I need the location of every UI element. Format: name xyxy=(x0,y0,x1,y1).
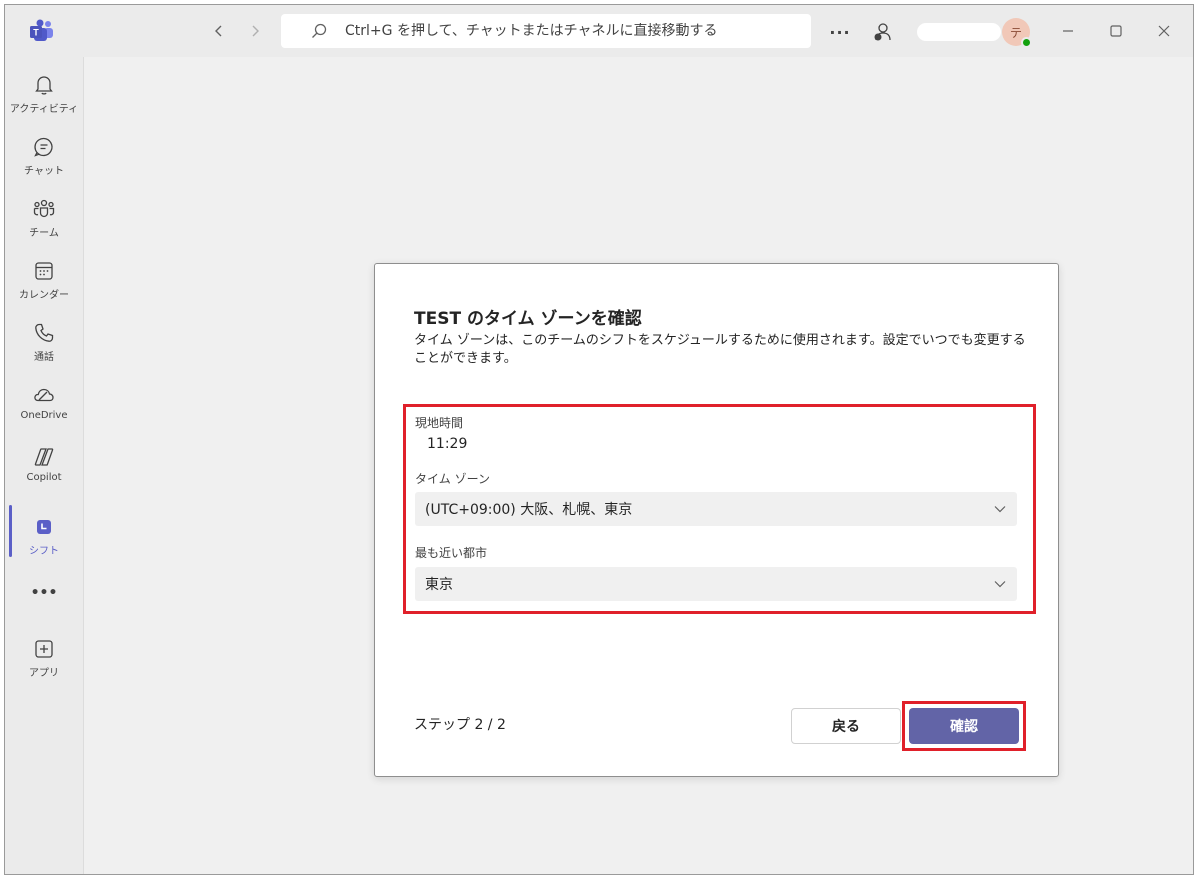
rail-label: アプリ xyxy=(29,668,59,679)
nearest-city-label: 最も近い都市 xyxy=(415,546,488,560)
timezone-label: タイム ゾーン xyxy=(415,472,490,486)
rail-label: チャット xyxy=(24,166,64,177)
rail-item-onedrive[interactable]: OneDrive xyxy=(5,375,83,433)
timezone-dropdown[interactable]: (UTC+09:00) 大阪、札幌、東京 xyxy=(415,492,1017,526)
apps-icon xyxy=(35,640,53,658)
rail-item-shifts[interactable]: シフト xyxy=(5,507,83,565)
rail-label: カレンダー xyxy=(19,290,69,301)
rail-item-chat[interactable]: チャット xyxy=(5,127,83,185)
local-time-label: 現地時間 xyxy=(415,416,464,430)
rail-item-calls[interactable]: 通話 xyxy=(5,313,83,371)
chat-icon xyxy=(34,137,53,157)
app-rail: アクティビティ チャット チーム カレンダー 通話 OneDrive Copil… xyxy=(5,57,83,874)
main-content: TEST のタイム ゾーンを確認 タイム ゾーンは、このチームのシフトをスケジュ… xyxy=(83,57,1193,874)
shifts-icon xyxy=(37,520,51,534)
timezone-dialog: TEST のタイム ゾーンを確認 タイム ゾーンは、このチームのシフトをスケジュ… xyxy=(374,263,1059,777)
rail-label: OneDrive xyxy=(20,410,68,421)
dialog-title: TEST のタイム ゾーンを確認 xyxy=(414,309,642,329)
teams-icon xyxy=(33,199,55,218)
rail-label: 通話 xyxy=(34,352,54,363)
maximize-icon[interactable] xyxy=(1101,18,1131,44)
back-button[interactable]: 戻る xyxy=(791,708,901,744)
rail-label: Copilot xyxy=(26,472,62,483)
rail-label: アクティビティ xyxy=(9,104,79,115)
forward-arrow-icon[interactable] xyxy=(243,19,267,43)
dialog-description: タイム ゾーンは、このチームのシフトをスケジュールするために使用されます。設定で… xyxy=(414,333,1026,366)
bell-icon xyxy=(35,76,53,95)
copilot-icon xyxy=(34,448,54,466)
presence-available-icon xyxy=(1021,37,1032,48)
rail-label: シフト xyxy=(29,546,59,557)
rail-item-activity[interactable]: アクティビティ xyxy=(5,65,83,123)
teams-window: T ··· テ xyxy=(4,4,1194,875)
step-indicator: ステップ 2 / 2 xyxy=(414,717,506,733)
people-settings-icon[interactable] xyxy=(869,19,895,45)
avatar-initial: テ xyxy=(1009,25,1022,40)
rail-item-apps[interactable]: アプリ xyxy=(5,629,83,687)
rail-label: チーム xyxy=(29,228,59,239)
title-bar: T ··· テ xyxy=(5,5,1193,57)
nearest-city-dropdown[interactable]: 東京 xyxy=(415,567,1017,601)
city-selected-value: 東京 xyxy=(425,577,453,593)
more-icon: ••• xyxy=(30,585,58,601)
close-icon[interactable] xyxy=(1149,18,1179,44)
rail-item-teams[interactable]: チーム xyxy=(5,189,83,247)
rail-item-copilot[interactable]: Copilot xyxy=(5,437,83,495)
phone-icon xyxy=(35,323,54,342)
calendar-icon xyxy=(35,262,53,280)
rail-item-calendar[interactable]: カレンダー xyxy=(5,251,83,309)
minimize-icon[interactable] xyxy=(1053,18,1083,44)
onedrive-icon xyxy=(34,388,54,402)
organization-switcher[interactable] xyxy=(917,23,1001,41)
search-input[interactable] xyxy=(311,23,811,39)
confirm-button[interactable]: 確認 xyxy=(909,708,1019,744)
teams-logo-icon[interactable]: T xyxy=(29,19,55,43)
search-icon xyxy=(312,23,327,38)
chevron-down-icon xyxy=(994,506,1006,513)
search-box[interactable] xyxy=(281,14,811,48)
chevron-down-icon xyxy=(994,581,1006,588)
more-options-icon[interactable]: ··· xyxy=(827,19,853,45)
back-arrow-icon[interactable] xyxy=(207,19,231,43)
svg-text:T: T xyxy=(33,28,39,38)
timezone-selected-value: (UTC+09:00) 大阪、札幌、東京 xyxy=(425,502,633,518)
local-time-value: 11:29 xyxy=(427,436,468,452)
rail-item-more[interactable]: ••• xyxy=(5,575,83,611)
